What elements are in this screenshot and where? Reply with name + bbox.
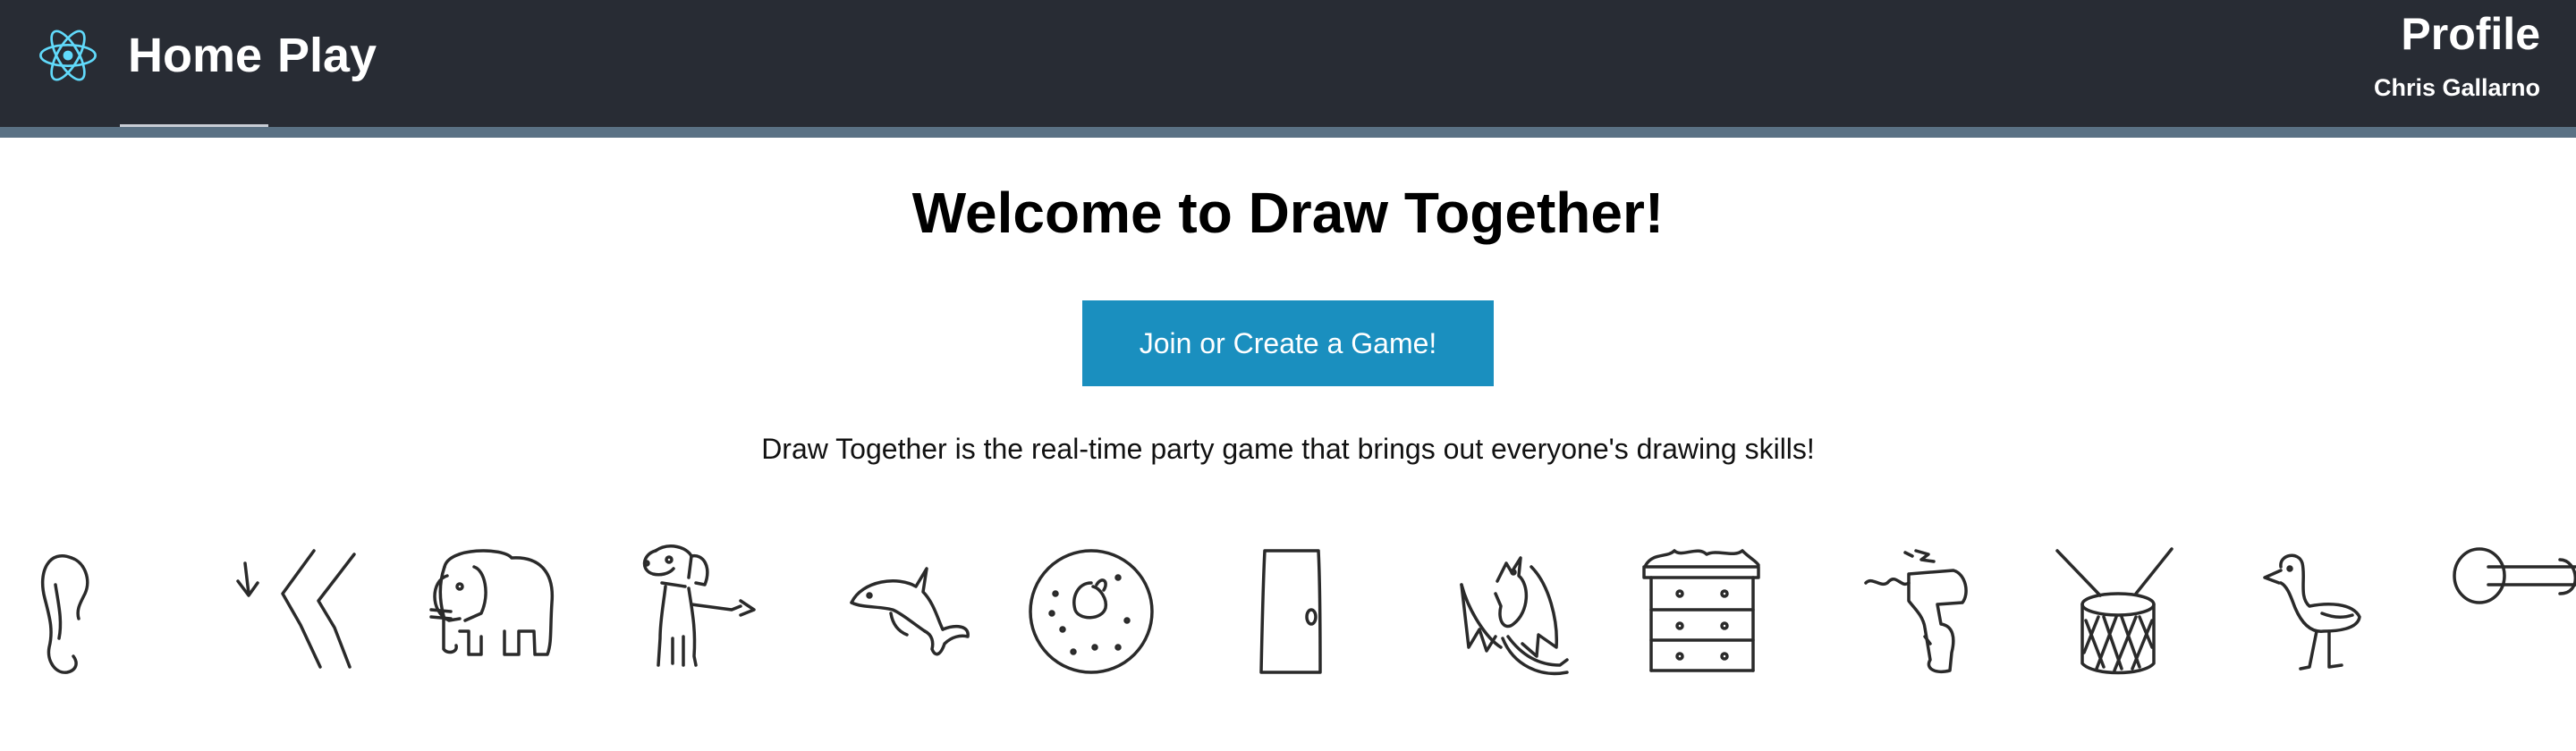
dog-doodle-icon (606, 531, 767, 692)
dragon-doodle-icon (1415, 531, 1576, 692)
ear-doodle-icon (0, 531, 161, 692)
elephant-doodle-icon (404, 531, 565, 692)
atom-logo-icon[interactable] (36, 21, 100, 89)
top-navbar: Home Play Profile Chris Gallarno (0, 0, 2576, 138)
drum-doodle-icon (2021, 531, 2182, 692)
dresser-doodle-icon (1617, 531, 1778, 692)
nav-home-link[interactable]: Home (128, 23, 262, 88)
knee-doodle-icon (202, 531, 363, 692)
tagline-text: Draw Together is the real-time party gam… (761, 433, 1815, 465)
drill-doodle-icon (1819, 531, 1980, 692)
door-doodle-icon (1213, 531, 1374, 692)
donut-doodle-icon (1011, 531, 1172, 692)
dolphin-doodle-icon (809, 531, 970, 692)
active-tab-indicator (120, 124, 268, 127)
join-create-game-button[interactable]: Join or Create a Game! (1082, 300, 1494, 386)
dumbbell-doodle-icon (2426, 531, 2576, 692)
profile-user-name: Chris Gallarno (2373, 74, 2540, 101)
doodle-strip (0, 531, 2576, 692)
profile-menu[interactable]: Profile Chris Gallarno (2374, 5, 2540, 105)
nav-play-link[interactable]: Play (277, 23, 377, 88)
page-title: Welcome to Draw Together! (911, 181, 1665, 245)
duck-doodle-icon (2224, 531, 2385, 692)
profile-title[interactable]: Profile (2374, 5, 2540, 63)
